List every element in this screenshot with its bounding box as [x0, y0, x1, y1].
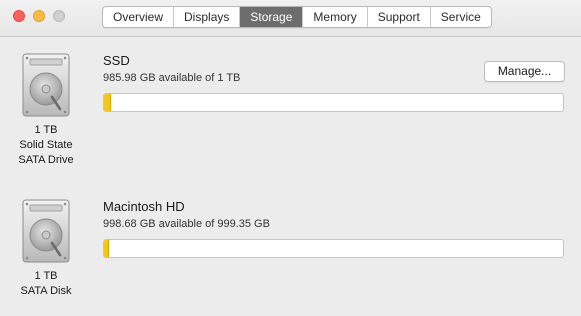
segmented-tab-control: Overview Displays Storage Memory Support…	[102, 6, 492, 28]
zoom-window-button[interactable]	[53, 10, 65, 22]
hard-drive-icon	[22, 53, 70, 117]
drive-interface-label: SATA Disk	[20, 285, 72, 297]
drive-capacity-label: 1 TB	[34, 124, 58, 136]
drive-interface-label: SATA Drive	[18, 154, 74, 166]
tab-storage[interactable]: Storage	[240, 7, 304, 27]
drive-caption: 1 TB Solid State SATA Drive	[0, 123, 92, 168]
tab-overview[interactable]: Overview	[103, 7, 175, 27]
storage-usage-bar	[103, 93, 564, 112]
hard-drive-icon	[22, 199, 70, 263]
drive-availability: 998.68 GB available of 999.35 GB	[103, 218, 270, 230]
tab-memory[interactable]: Memory	[303, 7, 368, 27]
manage-button[interactable]: Manage...	[484, 61, 565, 82]
drive-type-label: Solid State	[19, 139, 73, 151]
drive-name: SSD	[103, 53, 130, 68]
storage-pane: 1 TB Solid State SATA Drive SSD 985.98 G…	[0, 37, 581, 316]
minimize-window-button[interactable]	[33, 10, 45, 22]
drive-availability: 985.98 GB available of 1 TB	[103, 72, 241, 84]
drive-capacity-label: 1 TB	[34, 270, 58, 282]
close-window-button[interactable]	[13, 10, 25, 22]
storage-usage-fill	[104, 94, 111, 111]
tab-support[interactable]: Support	[368, 7, 431, 27]
window-titlebar: Overview Displays Storage Memory Support…	[0, 0, 581, 37]
tab-displays[interactable]: Displays	[174, 7, 241, 27]
drive-name: Macintosh HD	[103, 199, 185, 214]
storage-usage-fill	[104, 240, 109, 257]
tab-service[interactable]: Service	[431, 7, 491, 27]
drive-caption: 1 TB SATA Disk	[0, 269, 92, 299]
storage-usage-bar	[103, 239, 564, 258]
